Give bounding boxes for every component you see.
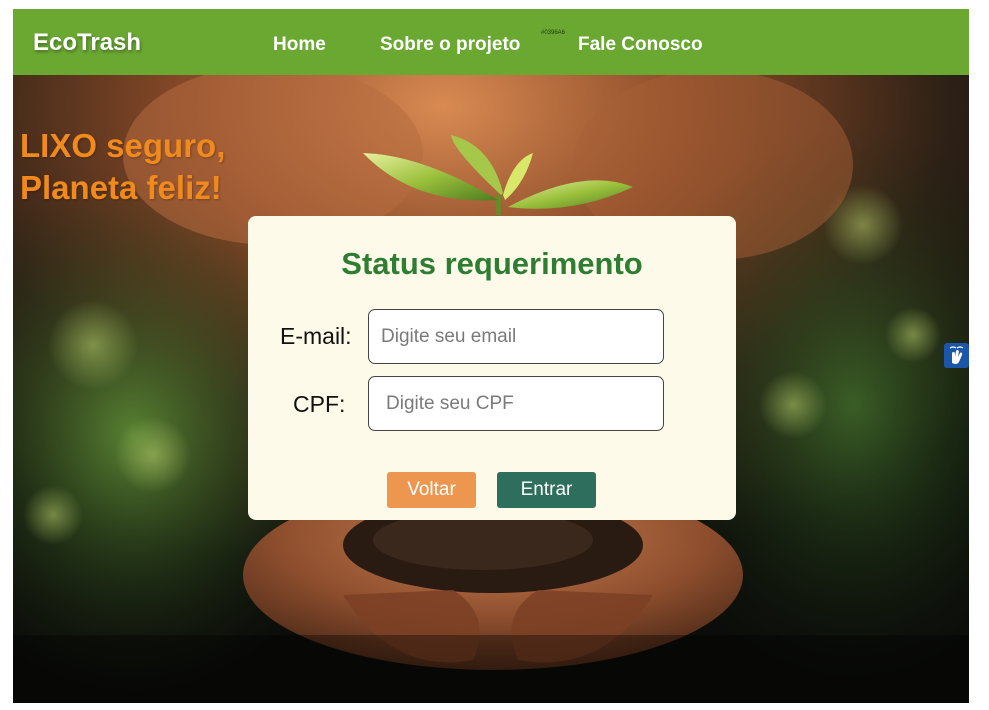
cpf-input[interactable]	[368, 376, 664, 431]
brand-logo[interactable]: EcoTrash	[33, 29, 141, 57]
page-frame: EcoTrash Home Sobre o projeto #0396A6 Fa…	[13, 9, 969, 703]
hero-tagline: LIXO seguro, Planeta feliz!	[20, 125, 225, 209]
back-button[interactable]: Voltar	[387, 472, 476, 508]
sign-language-icon	[949, 346, 964, 364]
email-label: E-mail:	[280, 323, 352, 349]
form-title: Status requerimento	[341, 246, 643, 281]
status-request-form: Status requerimento E-mail: CPF: Voltar …	[248, 216, 736, 520]
nav-link-about[interactable]: Sobre o projeto	[380, 34, 520, 56]
email-input[interactable]	[368, 309, 664, 364]
accessibility-widget-button[interactable]	[944, 343, 969, 368]
enter-button[interactable]: Entrar	[497, 472, 596, 508]
nav-link-home[interactable]: Home	[273, 34, 326, 56]
hero-tagline-line-2: Planeta feliz!	[20, 169, 222, 206]
cpf-label: CPF:	[293, 391, 346, 417]
hero-section: LIXO seguro, Planeta feliz! Status reque…	[13, 75, 969, 703]
color-note-annotation: #0396A6	[541, 30, 566, 36]
hero-tagline-line-1: LIXO seguro,	[20, 127, 226, 164]
nav-link-contact[interactable]: Fale Conosco	[578, 34, 703, 56]
top-navbar: EcoTrash Home Sobre o projeto #0396A6 Fa…	[13, 9, 969, 75]
